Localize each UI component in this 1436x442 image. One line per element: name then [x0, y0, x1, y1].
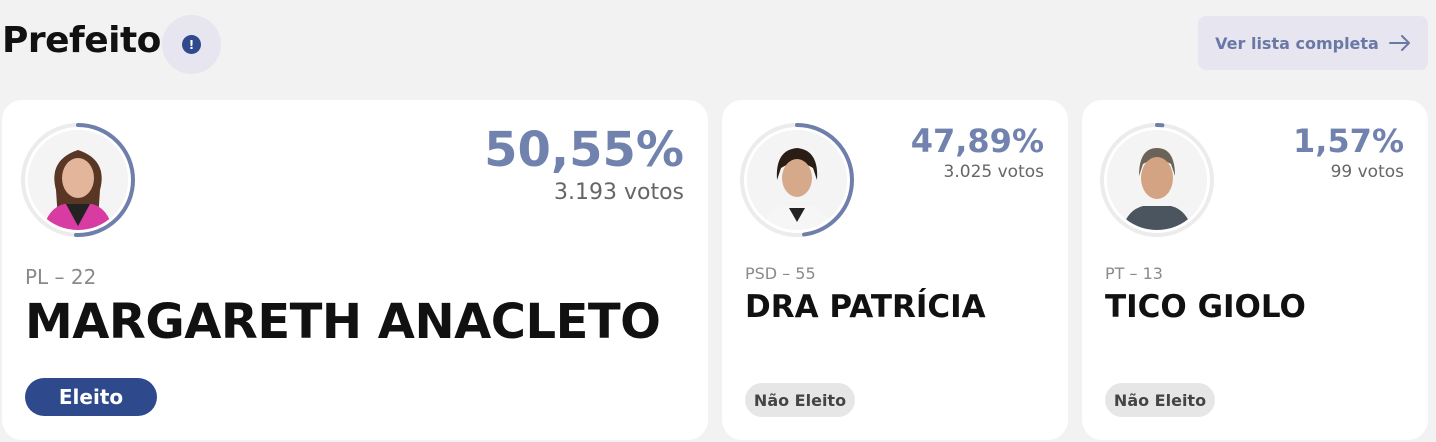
info-button[interactable]: !	[162, 15, 221, 74]
info-icon: !	[182, 35, 201, 54]
party-number: PSD – 55	[745, 264, 816, 283]
page-title: Prefeito	[2, 20, 161, 61]
vote-count: 3.193 votos	[553, 180, 684, 205]
candidate-photo	[1107, 130, 1207, 230]
candidate-photo	[747, 130, 847, 230]
candidate-name: TICO GIOLO	[1105, 289, 1306, 325]
status-badge: Eleito	[25, 378, 157, 416]
candidate-card[interactable]: 1,57% 99 votos PT – 13 TICO GIOLO Não El…	[1082, 100, 1428, 440]
status-badge: Não Eleito	[1105, 383, 1215, 417]
vote-percentage: 47,89%	[910, 122, 1044, 160]
status-badge: Não Eleito	[745, 383, 855, 417]
candidate-photo-ring	[1099, 122, 1215, 238]
candidate-photo-ring	[20, 122, 136, 238]
candidate-photo	[28, 130, 128, 230]
vote-count: 3.025 votos	[943, 162, 1044, 182]
vote-count: 99 votos	[1330, 162, 1404, 182]
party-number: PT – 13	[1105, 264, 1163, 283]
candidate-card[interactable]: 50,55% 3.193 votos PL – 22 MARGARETH ANA…	[2, 100, 708, 440]
candidate-photo-ring	[739, 122, 855, 238]
candidate-card[interactable]: 47,89% 3.025 votos PSD – 55 DRA PATRÍCIA…	[722, 100, 1068, 440]
party-number: PL – 22	[25, 265, 97, 289]
arrow-right-icon	[1388, 35, 1411, 51]
candidate-name: MARGARETH ANACLETO	[25, 294, 661, 350]
vote-percentage: 1,57%	[1292, 122, 1404, 160]
candidate-name: DRA PATRÍCIA	[745, 289, 986, 325]
vote-percentage: 50,55%	[484, 122, 684, 178]
full-list-button-label: Ver lista completa	[1215, 33, 1379, 53]
full-list-button[interactable]: Ver lista completa	[1198, 16, 1428, 70]
